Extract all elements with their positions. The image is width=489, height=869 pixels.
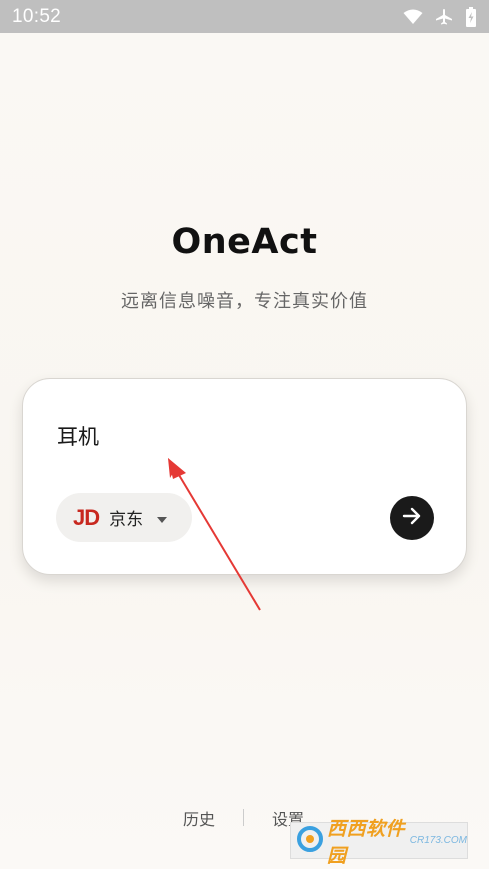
submit-search-button[interactable] [390,496,434,540]
source-selector[interactable]: JD 京东 [56,493,192,542]
app-title: OneAct [171,222,318,262]
footer-divider [243,809,244,826]
jd-logo: JD [73,504,100,530]
arrow-right-icon [401,505,423,531]
watermark-logo-icon [297,825,323,856]
airplane-mode-icon [435,8,453,26]
watermark: 西西软件园 CR173.COM [290,819,468,867]
history-link[interactable]: 历史 [183,806,215,830]
dropdown-caret-icon [157,508,168,527]
status-time: 10:52 [12,5,62,27]
watermark-url: CR173.COM [409,835,467,846]
wifi-icon [403,9,423,25]
status-icons [403,6,477,27]
search-input[interactable]: 耳机 [57,421,99,451]
battery-charging-icon [465,6,477,27]
watermark-brand: 西西软件园 [327,818,406,867]
search-card: 耳机 JD 京东 [22,378,467,575]
source-label: 京东 [109,510,144,530]
status-bar: 10:52 [0,0,489,33]
app-subtitle: 远离信息噪音，专注真实价值 [121,291,368,312]
